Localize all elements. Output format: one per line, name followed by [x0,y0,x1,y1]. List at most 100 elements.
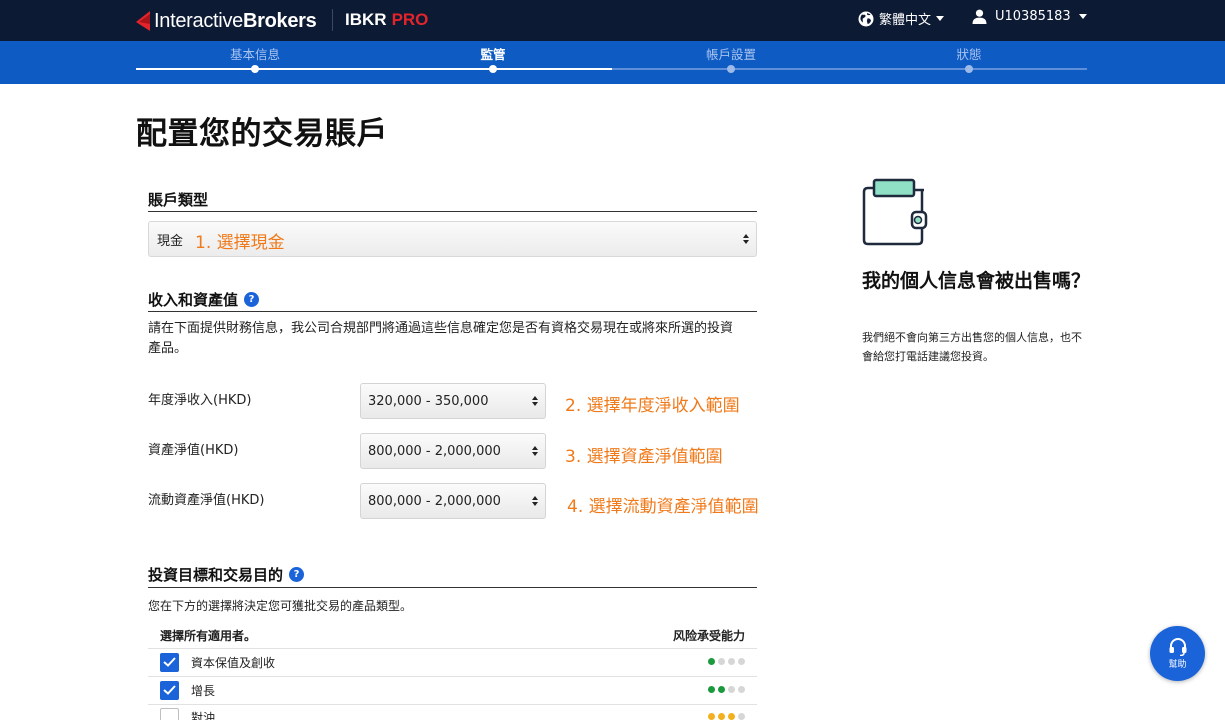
logo-text-bold: Brokers [242,9,317,32]
objectives-table-header: 選擇所有適用者。 风险承受能力 [160,627,745,644]
account-type-heading-text: 賬戶類型 [148,191,209,209]
top-navigation-bar: InteractiveBrokers IBKR PRO 繁體中文 U1038518… [0,0,1225,41]
account-type-heading: 賬戶類型 [148,189,208,210]
step-status: 狀態 [956,47,982,62]
check-icon [163,685,176,695]
product-prefix: IBKR [345,10,387,29]
wallet-icon [860,178,932,254]
section-divider [148,311,757,312]
step-dot-status [965,65,973,73]
globe-icon [858,11,874,26]
section-divider [148,211,757,212]
privacy-heading: 我的個人信息會被出售嗎？ [862,270,1091,292]
objective-row-capital-preservation[interactable]: 資本保值及創收 [160,652,745,672]
objective-label: 增長 [191,683,216,698]
risk-indicator [708,713,745,720]
income-assets-heading: 收入和資產值 ? [148,289,260,310]
help-icon[interactable]: ? [289,567,305,582]
table-divider [148,676,757,677]
logo-text-regular: Interactive [154,9,243,32]
annual-income-select[interactable]: 320,000 - 350,000 [360,383,546,419]
risk-dot [738,658,745,665]
risk-dot [708,686,715,693]
investment-objectives-description: 您在下方的選擇將決定您可獲批交易的產品類型。 [148,599,413,613]
select-arrows-icon [532,396,538,406]
user-menu[interactable]: U10385183 [972,9,1087,24]
privacy-text: 我們絕不會向第三方出售您的個人信息，也不會給您打電話建議您投資。 [862,331,1082,363]
annual-income-label: 年度淨收入(HKD) [148,393,252,408]
description-line: 請在下面提供財務信息，我公司合規部門將通過這些信息確定您是否有資格交易現在或將來… [148,321,734,336]
risk-dot [708,658,715,665]
check-icon [163,657,176,667]
select-all-header: 選擇所有適用者。 [160,629,257,643]
chevron-down-icon [1078,14,1087,19]
product-name: IBKR PRO [345,10,428,30]
table-divider [148,704,757,705]
income-assets-heading-text: 收入和資產值 [148,291,239,309]
risk-indicator [708,686,745,693]
help-button-label: 幫助 [1168,659,1187,670]
interactive-brokers-logo[interactable]: InteractiveBrokers [136,9,317,33]
risk-dot [728,713,735,720]
select-arrows-icon [532,496,538,506]
select-arrows-icon [532,446,538,456]
income-assets-description: 請在下面提供財務信息，我公司合規部門將通過這些信息確定您是否有資格交易現在或將來… [148,319,733,359]
select-arrows-icon [743,234,749,244]
objective-label: 資本保值及創收 [191,655,276,670]
product-suffix: PRO [391,10,429,29]
help-button[interactable]: 幫助 [1150,626,1205,681]
page-title: 配置您的交易賬戶 [136,116,388,152]
risk-dot [738,686,745,693]
checkbox-hedging[interactable] [160,707,179,720]
progress-stepper: 基本信息 監管 帳戶設置 狀態 [0,41,1225,84]
liquid-net-worth-label: 流動資產淨值(HKD) [148,493,265,508]
liquid-net-worth-value: 800,000 - 2,000,000 [368,493,501,509]
logo-icon [136,11,150,31]
user-icon [972,9,987,24]
checkbox-capital-preservation[interactable] [160,652,179,672]
objective-label: 對沖 [191,710,216,720]
step-regulatory[interactable]: 監管 [393,44,593,63]
objective-row-hedging[interactable]: 對沖 [160,707,745,720]
logo-divider [332,9,333,31]
language-selector[interactable]: 繁體中文 [858,9,945,28]
section-divider [148,587,757,588]
language-label: 繁體中文 [879,13,932,28]
annotation-annual-income: 2. 選擇年度淨收入範圍 [565,396,740,416]
account-type-value: 現金 [157,233,184,249]
annotation-liquid-net-worth: 4. 選擇流動資產淨值範圍 [567,497,759,517]
headset-icon [1169,637,1186,656]
annual-income-value: 320,000 - 350,000 [368,393,489,409]
risk-dot [728,658,735,665]
investment-objectives-heading-text: 投資目標和交易目的 [148,566,284,584]
risk-tolerance-header: 风险承受能力 [672,629,745,643]
risk-dot [708,713,715,720]
table-divider [148,648,757,649]
annotation-select-cash: 1. 選擇現金 [195,233,285,253]
risk-dot [738,713,745,720]
step-account-setup: 帳戶設置 [705,47,756,62]
net-worth-label: 資產淨值(HKD) [148,443,239,458]
risk-dot [728,686,735,693]
step-basic-info[interactable]: 基本信息 [155,44,355,63]
risk-dot [718,686,725,693]
step-dot-basic-info [251,65,259,73]
liquid-net-worth-select[interactable]: 800,000 - 2,000,000 [360,483,546,519]
net-worth-select[interactable]: 800,000 - 2,000,000 [360,433,546,469]
chevron-down-icon [936,16,945,21]
checkbox-growth[interactable] [160,680,179,700]
step-dot-account-setup [727,65,735,73]
step-dot-regulatory [489,65,497,73]
risk-dot [718,658,725,665]
investment-objectives-heading: 投資目標和交易目的 ? [148,564,305,585]
user-id: U10385183 [995,9,1071,24]
help-icon[interactable]: ? [244,292,260,307]
description-line: 產品。 [148,341,188,356]
stepper-line-completed [136,68,612,70]
objective-row-growth[interactable]: 增長 [160,680,745,700]
net-worth-value: 800,000 - 2,000,000 [368,443,501,459]
risk-dot [718,713,725,720]
risk-indicator [708,658,745,665]
annotation-net-worth: 3. 選擇資產淨值範圍 [565,447,723,467]
stepper-line-remaining [612,68,1087,70]
